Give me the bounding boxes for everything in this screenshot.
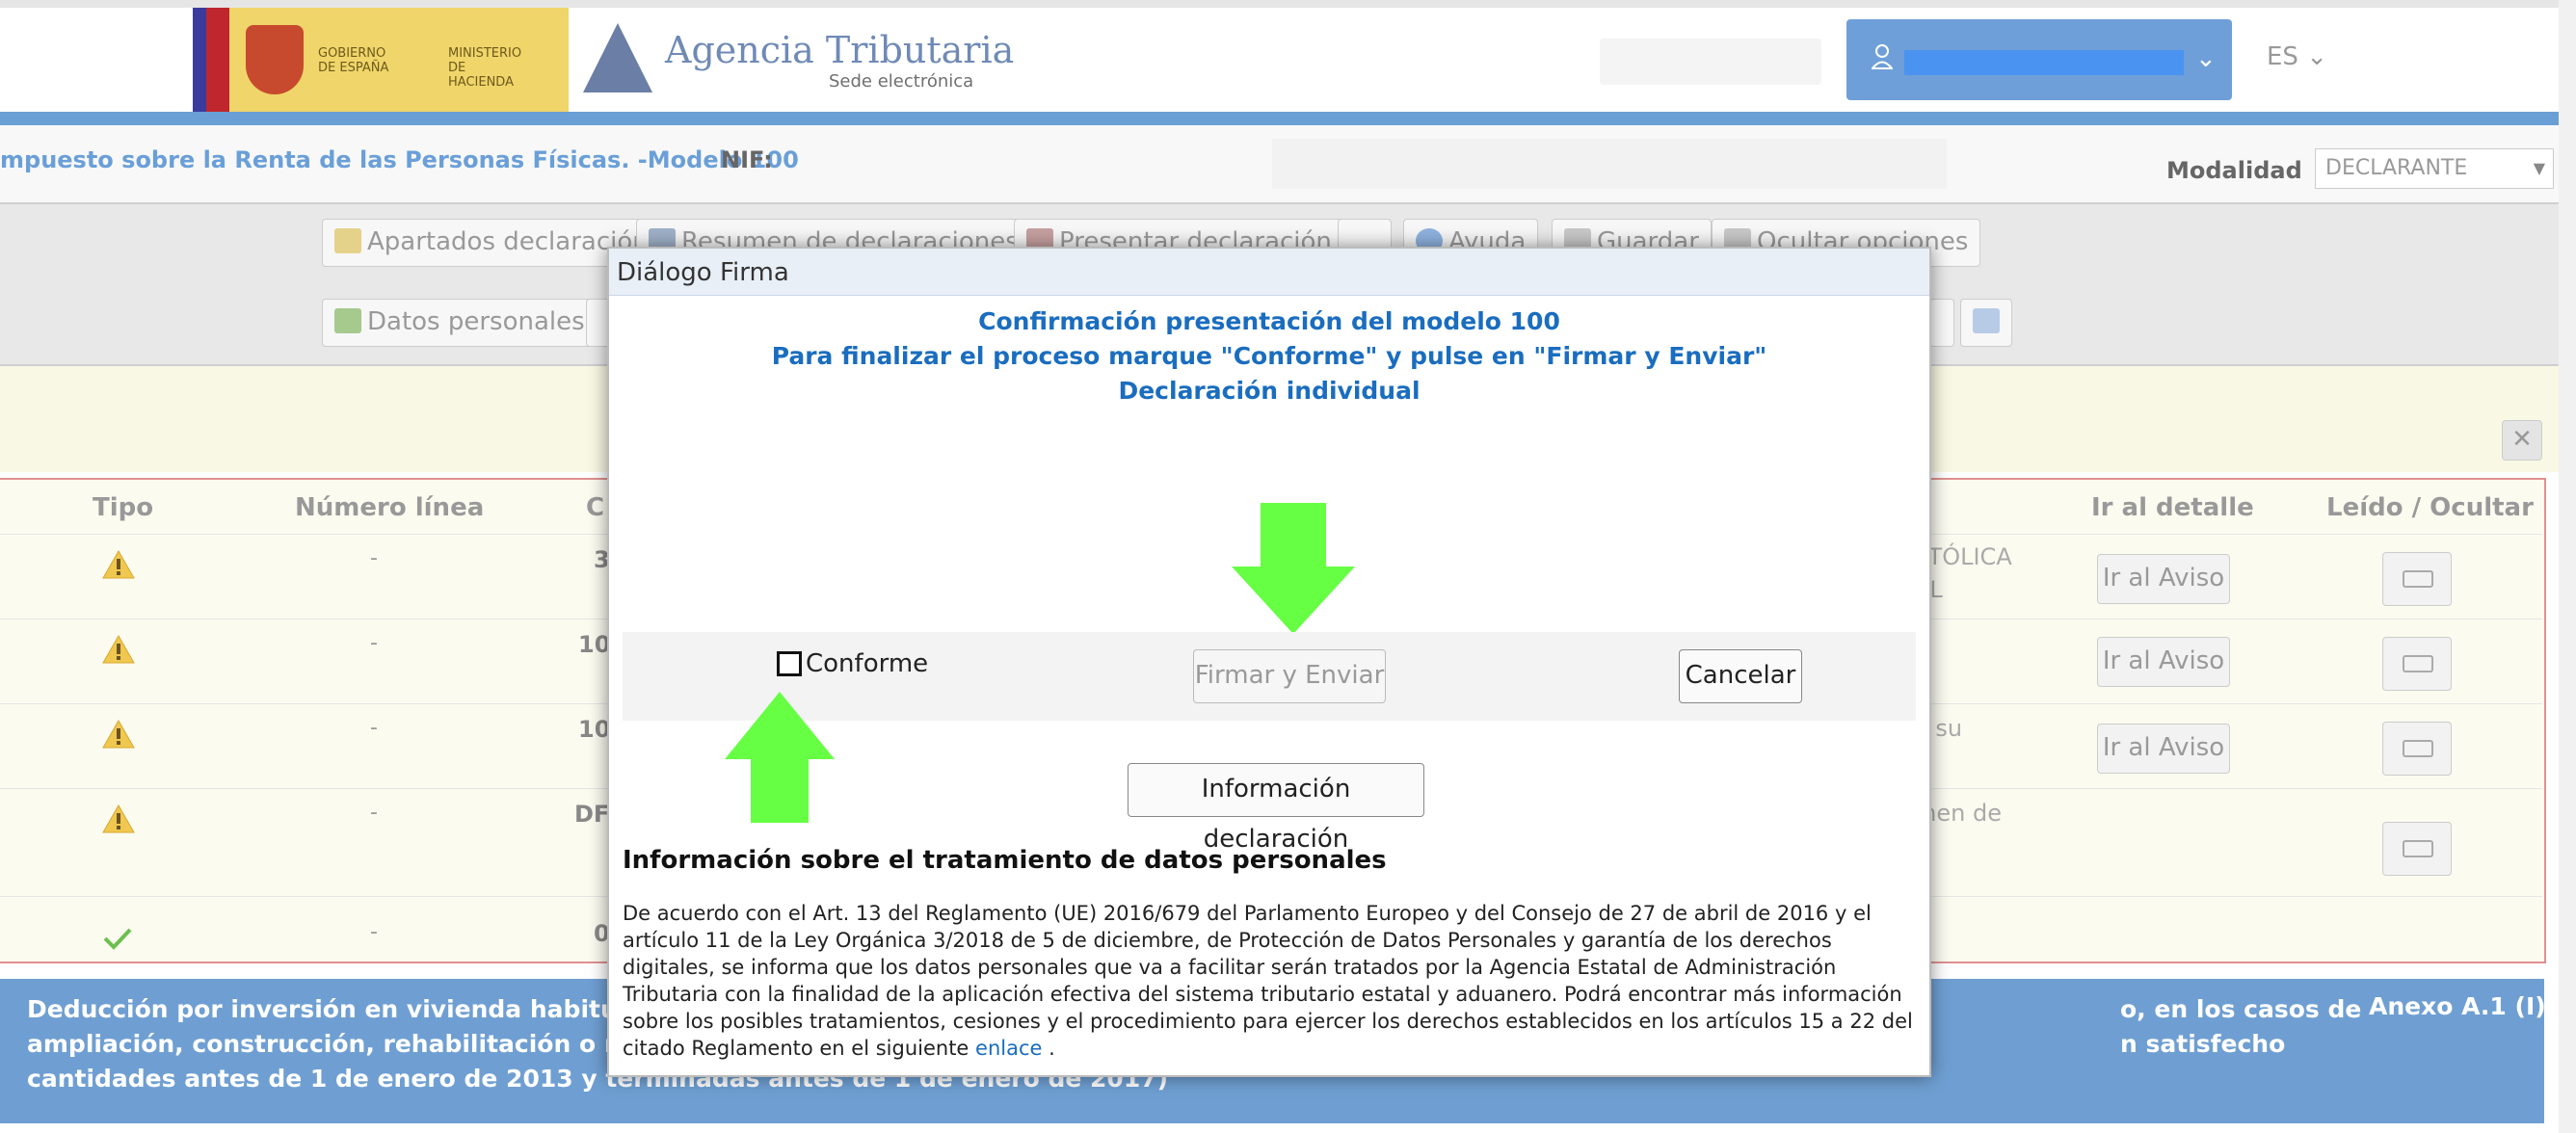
column-header-cut: C	[586, 493, 605, 522]
code-cut: DF	[574, 801, 610, 828]
user-icon	[1872, 44, 1893, 69]
gov-line1: GOBIERNO DE ESPAÑA	[318, 46, 389, 75]
privacy-end: .	[1042, 1037, 1055, 1060]
warning-icon	[102, 635, 135, 664]
modalidad-select[interactable]: DECLARANTE ▼	[2315, 148, 2554, 189]
nif-value-redacted	[1272, 139, 1947, 189]
people-icon	[334, 308, 361, 333]
privacy-body: De acuerdo con el Art. 13 del Reglamento…	[623, 902, 1913, 1060]
modalidad-value: DECLARANTE	[2325, 156, 2468, 180]
column-header-tipo: Tipo	[93, 493, 154, 522]
close-icon[interactable]: ✕	[2502, 420, 2542, 461]
datos-personales-label: Datos personales	[367, 307, 585, 336]
next-button[interactable]	[1960, 299, 2012, 347]
cancel-button[interactable]: Cancelar	[1679, 649, 1802, 703]
dialog-title: Diálogo Firma	[617, 258, 789, 287]
anexo-label: Anexo A.1 (I)	[2369, 992, 2546, 1020]
dialog-titlebar[interactable]: Diálogo Firma	[609, 249, 1929, 296]
coat-of-arms-icon	[246, 25, 304, 94]
ir-al-aviso-button[interactable]: Ir al Aviso	[2097, 724, 2230, 774]
hide-row-button[interactable]	[2382, 722, 2452, 776]
nif-label: NIF:	[721, 146, 773, 173]
warning-icon	[102, 804, 135, 833]
gov-line2: MINISTERIO DE HACIENDA	[448, 46, 522, 90]
header-placeholder	[1600, 39, 1821, 85]
header-strip	[0, 112, 2559, 125]
user-menu-button[interactable]: ⌄	[1846, 19, 2232, 100]
footer-line1-end: o, en los casos de	[2120, 995, 2362, 1023]
column-header-numero-linea: Número línea	[295, 493, 485, 522]
hide-row-button[interactable]	[2382, 637, 2452, 691]
play-icon	[1973, 308, 2000, 333]
page-scrollbar[interactable]	[2559, 0, 2576, 1133]
toolbar-button-hidden[interactable]	[1929, 299, 1954, 347]
caret-down-icon: ▼	[2533, 159, 2545, 177]
heading-line1: Confirmación presentación del modelo 100	[978, 307, 1560, 335]
firma-dialog: Diálogo Firma Confirmación presentación …	[607, 247, 1931, 1077]
warning-icon	[102, 550, 135, 579]
conforme-checkbox[interactable]	[777, 651, 802, 676]
footer-line2-end: n satisfecho	[2120, 1030, 2286, 1058]
list-icon	[334, 228, 361, 253]
footer-line2: ampliación, construcción, rehabilitación…	[27, 1030, 696, 1058]
chevron-down-icon: ⌄	[2195, 44, 2217, 73]
ir-al-aviso-button[interactable]: Ir al Aviso	[2097, 554, 2230, 604]
line-number: -	[370, 920, 378, 944]
aeat-mark-icon	[583, 23, 652, 92]
hide-row-button[interactable]	[2382, 552, 2452, 606]
privacy-link[interactable]: enlace	[975, 1037, 1042, 1060]
arrow-down-icon	[1232, 503, 1355, 634]
government-logo: GOBIERNO DE ESPAÑA MINISTERIO DE HACIEND…	[193, 8, 569, 112]
column-header-leido: Leído / Ocultar	[2326, 493, 2534, 522]
dialog-heading: Confirmación presentación del modelo 100…	[609, 304, 1929, 408]
user-name-redacted	[1904, 50, 2184, 75]
modalidad-label: Modalidad	[2166, 157, 2302, 184]
warning-icon	[102, 720, 135, 749]
datos-personales-button[interactable]: Datos personales	[322, 299, 598, 347]
language-selector[interactable]: ES ⌄	[2267, 42, 2327, 71]
column-header-ir-detalle: Ir al detalle	[2091, 493, 2254, 522]
check-icon	[103, 928, 132, 950]
heading-line2: Para finalizar el proceso marque "Confor…	[771, 342, 1767, 370]
ir-al-aviso-button[interactable]: Ir al Aviso	[2097, 637, 2230, 687]
firmar-enviar-button[interactable]: Firmar y Enviar	[1193, 649, 1386, 703]
privacy-title: Información sobre el tratamiento de dato…	[623, 846, 1387, 875]
heading-line3: Declaración individual	[1118, 377, 1421, 405]
informacion-declaracion-button[interactable]: Información declaración	[1128, 763, 1424, 854]
conforme-label[interactable]: Conforme	[806, 649, 928, 678]
chevron-down-icon: ⌄	[2306, 42, 2327, 71]
agency-subtitle: Sede electrónica	[829, 71, 974, 92]
agency-name: Agencia Tributaria	[665, 29, 1015, 71]
line-number: -	[370, 716, 378, 740]
apartados-label: Apartados declaración	[367, 227, 649, 256]
code-cut: 10	[578, 716, 611, 743]
hide-row-button[interactable]	[2382, 822, 2452, 876]
line-number: -	[370, 631, 378, 655]
arrow-up-icon	[725, 692, 835, 823]
line-number: -	[370, 546, 378, 570]
privacy-text: De acuerdo con el Art. 13 del Reglamento…	[623, 900, 1920, 1062]
model-title: mpuesto sobre la Renta de las Personas F…	[0, 146, 799, 173]
code-cut: 10	[578, 631, 611, 658]
language-label: ES	[2267, 42, 2298, 71]
line-number: -	[370, 801, 378, 825]
